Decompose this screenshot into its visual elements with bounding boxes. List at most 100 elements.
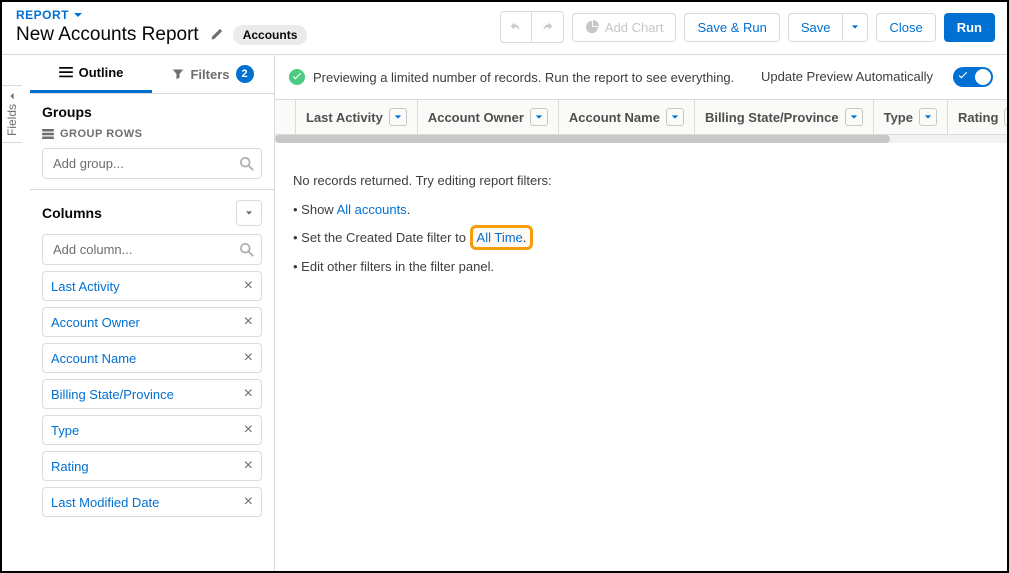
column-item[interactable]: Billing State/Province × xyxy=(42,379,262,409)
report-title: New Accounts Report xyxy=(16,24,199,46)
column-item-label: Account Name xyxy=(51,351,136,366)
table-header-label: Billing State/Province xyxy=(705,110,839,125)
toggle-knob xyxy=(975,69,991,85)
save-group: Save xyxy=(788,13,869,42)
remove-column-icon[interactable]: × xyxy=(244,314,253,330)
column-item-label: Billing State/Province xyxy=(51,387,174,402)
columns-menu-button[interactable] xyxy=(236,200,262,226)
column-item[interactable]: Last Activity× xyxy=(42,271,262,301)
columns-list: Last Activity×Account Owner×Account Name… xyxy=(42,271,262,517)
undo-redo-group xyxy=(500,11,564,43)
save-and-run-button[interactable]: Save & Run xyxy=(684,13,779,42)
tab-outline[interactable]: Outline xyxy=(30,55,152,93)
chevron-down-icon xyxy=(73,10,83,20)
fields-tab-label: Fields xyxy=(5,104,19,136)
horizontal-scrollbar[interactable] xyxy=(275,135,1007,143)
remove-column-icon[interactable]: × xyxy=(244,494,253,510)
show-prefix: Show xyxy=(301,202,336,217)
column-filter-button[interactable] xyxy=(530,108,548,126)
column-filter-button[interactable] xyxy=(919,108,937,126)
groups-section: Groups GROUP ROWS xyxy=(30,94,274,190)
column-item-label: Account Owner xyxy=(51,315,140,330)
outline-icon xyxy=(59,67,73,79)
add-group-input[interactable] xyxy=(42,148,262,179)
search-icon xyxy=(240,157,254,171)
column-item[interactable]: Last Modified Date × xyxy=(42,487,262,517)
sidebar-tabs: Outline Filters 2 xyxy=(30,55,274,94)
column-filter-button[interactable] xyxy=(845,108,863,126)
table: Last Activity Account Owner Account Name Bi… xyxy=(275,99,1007,143)
add-chart-label: Add Chart xyxy=(605,20,664,35)
columns-title: Columns xyxy=(42,205,102,221)
column-filter-button[interactable] xyxy=(389,108,407,126)
column-filter-button[interactable] xyxy=(666,108,684,126)
column-item[interactable]: Type × xyxy=(42,415,262,445)
success-icon xyxy=(289,69,305,85)
header-actions: Add Chart Save & Run Save Close Run xyxy=(500,11,995,43)
add-column-input[interactable] xyxy=(42,234,262,265)
column-item-label: Type xyxy=(51,423,79,438)
header-left: REPORT New Accounts Report Accounts xyxy=(16,8,500,46)
fields-panel-toggle[interactable]: Fields xyxy=(2,85,22,143)
column-item-label: Last Modified Date xyxy=(51,495,159,510)
undo-button[interactable] xyxy=(500,11,532,43)
table-header[interactable]: Account Owner xyxy=(418,100,559,134)
table-header[interactable]: Rating xyxy=(948,100,1007,134)
remove-column-icon[interactable]: × xyxy=(244,458,253,474)
chevron-down-icon xyxy=(851,23,859,31)
columns-title-row: Columns xyxy=(42,200,262,226)
table-header[interactable]: Account Name xyxy=(559,100,695,134)
table-header-label: Account Name xyxy=(569,110,660,125)
chevron-down-icon xyxy=(671,113,679,121)
table-header-row: Last Activity Account Owner Account Name Bi… xyxy=(275,100,1007,135)
all-accounts-link[interactable]: All accounts xyxy=(337,202,407,217)
tab-filters[interactable]: Filters 2 xyxy=(152,55,274,93)
main: Previewing a limited number of records. … xyxy=(275,55,1007,571)
row-number-header xyxy=(275,100,296,134)
update-preview-toggle[interactable] xyxy=(953,67,993,87)
remove-column-icon[interactable]: × xyxy=(244,422,253,438)
remove-column-icon[interactable]: × xyxy=(244,386,253,402)
chevron-down-icon xyxy=(850,113,858,121)
all-time-highlight: All Time. xyxy=(470,225,534,250)
tab-filters-label: Filters xyxy=(190,67,229,82)
report-type-badge: Accounts xyxy=(233,25,308,45)
report-title-row: New Accounts Report Accounts xyxy=(16,24,500,46)
remove-column-icon[interactable]: × xyxy=(244,278,253,294)
chevron-right-icon xyxy=(8,92,16,100)
column-item[interactable]: Account Name × xyxy=(42,343,262,373)
column-item[interactable]: Account Owner × xyxy=(42,307,262,337)
edit-title-icon[interactable] xyxy=(209,28,223,42)
all-time-link[interactable]: All Time xyxy=(477,230,523,245)
table-header[interactable]: Billing State/Province xyxy=(695,100,874,134)
column-item-label: Rating xyxy=(51,459,89,474)
report-type-label[interactable]: REPORT xyxy=(16,8,500,22)
column-filter-button[interactable] xyxy=(1004,108,1007,126)
add-column-search xyxy=(42,234,262,265)
tab-outline-label: Outline xyxy=(79,65,124,80)
table-header[interactable]: Last Activity xyxy=(296,100,418,134)
add-chart-button[interactable]: Add Chart xyxy=(572,13,677,42)
column-item[interactable]: Rating × xyxy=(42,451,262,481)
header: REPORT New Accounts Report Accounts Add xyxy=(2,2,1007,55)
remove-column-icon[interactable]: × xyxy=(244,350,253,366)
check-icon xyxy=(958,71,968,81)
suggestion-show: • Show All accounts. xyxy=(293,196,989,225)
redo-button[interactable] xyxy=(532,11,564,43)
run-button[interactable]: Run xyxy=(944,13,995,42)
save-button[interactable]: Save xyxy=(788,13,844,42)
chevron-down-icon xyxy=(535,113,543,121)
suggestion-date: • Set the Created Date filter to All Tim… xyxy=(293,224,989,253)
preview-message: Previewing a limited number of records. … xyxy=(289,69,751,85)
filter-icon xyxy=(172,68,184,80)
table-header-label: Account Owner xyxy=(428,110,524,125)
preview-bar: Previewing a limited number of records. … xyxy=(275,55,1007,99)
close-button[interactable]: Close xyxy=(876,13,935,42)
table-header[interactable]: Type xyxy=(874,100,948,134)
table-header-label: Rating xyxy=(958,110,998,125)
table-header-label: Type xyxy=(884,110,913,125)
chevron-down-icon xyxy=(924,113,932,121)
group-rows-text: GROUP ROWS xyxy=(60,128,142,140)
save-menu-button[interactable] xyxy=(843,13,868,42)
scrollbar-thumb xyxy=(275,135,890,143)
